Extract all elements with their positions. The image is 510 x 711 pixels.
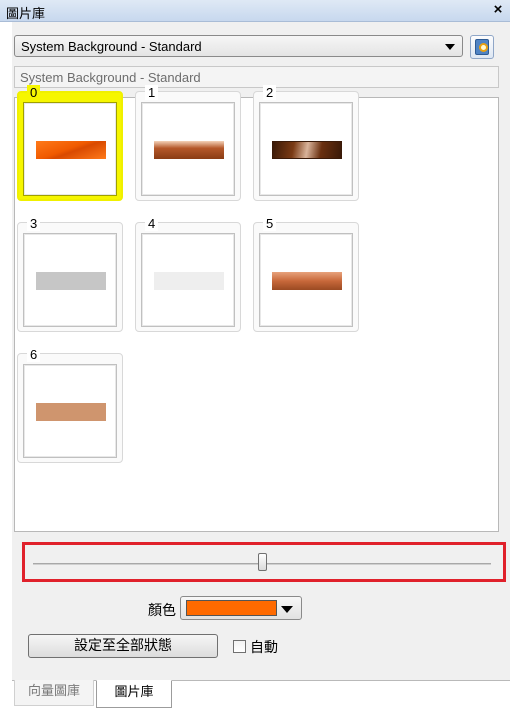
apply-to-all-states-button[interactable]: 設定至全部狀態 <box>28 634 218 658</box>
gallery-item[interactable]: 5 <box>253 216 359 332</box>
gallery-item[interactable]: 3 <box>17 216 123 332</box>
background-sample <box>36 272 106 290</box>
color-label: 顏色 <box>148 603 176 619</box>
auto-checkbox[interactable] <box>233 640 246 653</box>
gallery-item[interactable]: 4 <box>135 216 241 332</box>
window-title: 圖片庫 <box>6 7 46 22</box>
title-bar: 圖片庫 × <box>0 0 510 22</box>
gallery-item-number: 5 <box>263 216 277 231</box>
gallery-item-preview <box>141 102 235 196</box>
auto-checkbox-label: 自動 <box>250 640 278 656</box>
picture-gallery[interactable]: 0 1 2 3 4 5 6 <box>14 85 499 532</box>
tab-picture-library[interactable]: 圖片庫 <box>96 680 172 708</box>
magnifier-icon <box>479 43 488 52</box>
gallery-item[interactable]: 2 <box>253 85 359 201</box>
gallery-item-preview <box>23 364 117 458</box>
background-sample <box>36 403 106 421</box>
gallery-item-number: 6 <box>27 347 41 362</box>
bottom-tab-bar: 向量圖庫 圖片庫 <box>12 680 510 711</box>
gallery-item[interactable]: 6 <box>17 347 123 463</box>
gallery-item-preview <box>259 102 353 196</box>
chevron-down-icon <box>281 606 293 613</box>
color-swatch <box>186 600 277 616</box>
gallery-item-number: 2 <box>263 85 277 100</box>
gallery-item-number: 1 <box>145 85 159 100</box>
background-sample <box>154 272 224 290</box>
gallery-item-preview <box>23 102 117 196</box>
slider-thumb[interactable] <box>258 553 267 571</box>
gallery-item-number: 4 <box>145 216 159 231</box>
browse-library-button[interactable] <box>470 35 494 59</box>
background-sample <box>272 141 342 159</box>
gallery-item[interactable]: 1 <box>135 85 241 201</box>
gallery-item-preview <box>23 233 117 327</box>
background-sample <box>36 141 106 159</box>
tab-vector-library[interactable]: 向量圖庫 <box>14 680 94 706</box>
close-button[interactable]: × <box>490 1 506 19</box>
gallery-item[interactable]: 0 <box>17 85 123 201</box>
library-name-value: System Background - Standard <box>20 70 201 85</box>
library-select-value: System Background - Standard <box>21 39 202 54</box>
background-sample <box>272 272 342 290</box>
size-slider-highlight <box>22 542 506 582</box>
gallery-item-preview <box>141 233 235 327</box>
gallery-item-number: 3 <box>27 216 41 231</box>
color-picker[interactable] <box>180 596 302 620</box>
chevron-down-icon <box>445 44 455 50</box>
library-select[interactable]: System Background - Standard <box>14 35 463 57</box>
gallery-item-preview <box>259 233 353 327</box>
gallery-item-number: 0 <box>27 85 41 100</box>
background-sample <box>154 141 224 159</box>
